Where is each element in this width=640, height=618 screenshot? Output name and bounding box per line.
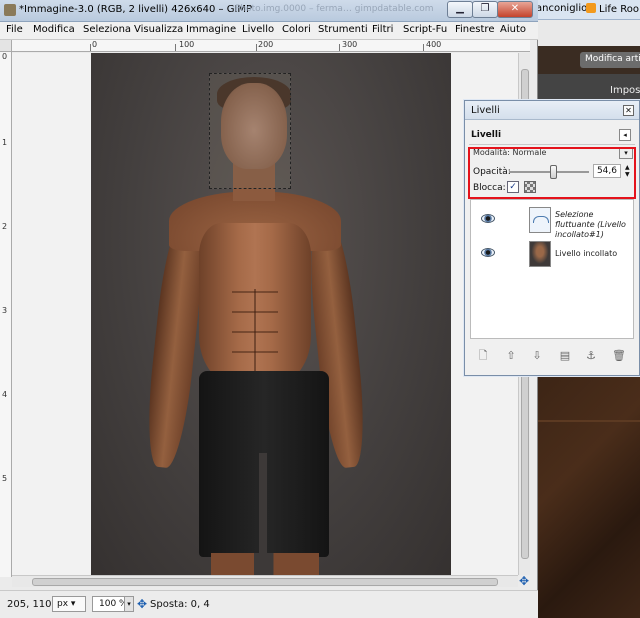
image-canvas[interactable]	[12, 53, 518, 575]
browser-tab-bookmark[interactable]: Life Roo	[586, 3, 639, 15]
window-title: *Immagine-3.0 (RGB, 2 livelli) 426x640 –…	[19, 4, 253, 15]
menu-filtri[interactable]: Filtri	[372, 24, 393, 35]
close-button[interactable]: ✕	[497, 1, 533, 18]
layer-row[interactable]: Livello incollato	[471, 238, 633, 270]
edit-article-button[interactable]: Modifica artic	[580, 52, 640, 68]
ruler-label: 400	[426, 40, 442, 49]
ruler-label: 100	[179, 40, 195, 49]
menu-colori[interactable]: Colori	[282, 24, 311, 35]
duplicate-layer-icon[interactable]: ▤	[558, 349, 572, 363]
layer-name[interactable]: Selezione fluttuante (Livello incollato#…	[555, 210, 633, 240]
layer-thumbnail	[529, 241, 551, 267]
layer-name[interactable]: Livello incollato	[555, 249, 617, 259]
menu-script-fu[interactable]: Script-Fu	[403, 24, 447, 35]
ruler-tick	[256, 44, 257, 51]
eye-icon[interactable]	[481, 214, 495, 223]
delete-layer-icon[interactable]: 🗑	[612, 349, 626, 363]
browser-tab[interactable]: anconiglio	[536, 3, 587, 14]
ruler-label: 3	[2, 306, 8, 315]
layer-row[interactable]: Selezione fluttuante (Livello incollato#…	[471, 204, 633, 239]
settings-heading: Impos	[610, 85, 640, 96]
pointer-coordinates: 205, 110	[7, 599, 52, 610]
menu-finestre[interactable]: Finestre	[455, 24, 494, 35]
layers-tab[interactable]: Livelli	[471, 130, 501, 140]
bookmark-label: Life Roo	[599, 4, 639, 15]
ruler-tick	[175, 44, 176, 51]
highlight-annotation-box	[468, 147, 636, 199]
menu-aiuto[interactable]: Aiuto	[500, 24, 526, 35]
menu-seleziona[interactable]: Seleziona	[83, 24, 131, 35]
ruler-label: 0	[2, 52, 8, 61]
move-tool-icon: ✥	[137, 597, 148, 611]
lower-layer-icon[interactable]: ⇩	[530, 349, 544, 363]
statusbar: 205, 110 px ▾ 100 % ▾ ✥ Sposta: 0, 4	[0, 590, 538, 618]
raise-layer-icon[interactable]: ⇧	[504, 349, 518, 363]
ruler-label: 2	[2, 222, 8, 231]
layers-dialog-titlebar[interactable]: Livelli ✕	[465, 101, 639, 120]
layers-footer-toolbar: 🗋 ⇧ ⇩ ▤ ⚓ 🗑	[470, 347, 634, 367]
ruler-corner[interactable]	[0, 40, 12, 52]
photo-legs	[211, 553, 319, 575]
ruler-label: 1	[2, 138, 8, 147]
menu-strumenti[interactable]: Strumenti	[318, 24, 368, 35]
photo-shorts-gap	[259, 453, 267, 557]
menu-file[interactable]: File	[6, 24, 23, 35]
horizontal-scrollbar[interactable]	[12, 575, 518, 587]
ruler-label: 0	[92, 40, 98, 49]
layers-dialog-close-button[interactable]: ✕	[623, 105, 634, 116]
ruler-label: 200	[258, 40, 274, 49]
eye-icon[interactable]	[481, 248, 495, 257]
horizontal-ruler[interactable]: 0 100 200 300 400	[12, 40, 530, 52]
layers-dialog: Livelli ✕ Livelli ◂ Modalità: Normale ▾ …	[464, 100, 640, 376]
layers-dialog-title: Livelli	[471, 105, 500, 116]
maximize-button[interactable]: ❐	[472, 1, 498, 18]
menu-immagine[interactable]: Immagine	[186, 24, 236, 35]
ruler-tick	[339, 44, 340, 51]
new-layer-icon[interactable]: 🗋	[476, 349, 490, 363]
divider	[469, 144, 635, 145]
status-message: Sposta: 0, 4	[150, 599, 210, 610]
unit-select[interactable]: px ▾	[52, 596, 86, 612]
rss-icon	[586, 3, 596, 13]
window-titlebar[interactable]: *Immagine-3.0 (RGB, 2 livelli) 426x640 –…	[0, 0, 538, 22]
browser-toolbar-strip	[530, 20, 640, 46]
menu-livello[interactable]: Livello	[242, 24, 274, 35]
ruler-tick	[423, 44, 424, 51]
vertical-ruler[interactable]: 0 1 2 3 4 5	[0, 52, 12, 577]
window-title-overflow: Photo.img.0000 – ferma… gimpdatable.com	[235, 4, 434, 14]
floating-selection-outline[interactable]	[209, 73, 291, 189]
menu-visualizza[interactable]: Visualizza	[134, 24, 183, 35]
horizontal-scroll-thumb[interactable]	[32, 578, 498, 586]
ruler-tick	[90, 44, 91, 51]
photo-abs-line	[254, 289, 256, 379]
gimp-image-window: *Immagine-3.0 (RGB, 2 livelli) 426x640 –…	[0, 0, 538, 618]
browser-tab-bar: anconiglio Life Roo	[530, 0, 640, 20]
navigate-icon[interactable]: ✥	[518, 575, 530, 587]
menu-modifica[interactable]: Modifica	[33, 24, 75, 35]
wood-background	[530, 370, 640, 618]
menubar: File Modifica Seleziona Visualizza Immag…	[0, 22, 538, 40]
ruler-label: 300	[342, 40, 358, 49]
ruler-label: 5	[2, 474, 8, 483]
anchor-layer-icon[interactable]: ⚓	[584, 349, 598, 363]
photo-layer[interactable]	[91, 53, 451, 575]
tab-menu-button[interactable]: ◂	[619, 129, 631, 141]
layers-list: Selezione fluttuante (Livello incollato#…	[470, 199, 634, 339]
floating-selection-thumbnail	[529, 207, 551, 233]
minimize-button[interactable]: ▁	[447, 1, 473, 18]
gimp-app-icon	[4, 4, 16, 16]
ruler-label: 4	[2, 390, 8, 399]
zoom-dropdown-arrow[interactable]: ▾	[124, 596, 134, 612]
wood-divider	[530, 420, 640, 422]
